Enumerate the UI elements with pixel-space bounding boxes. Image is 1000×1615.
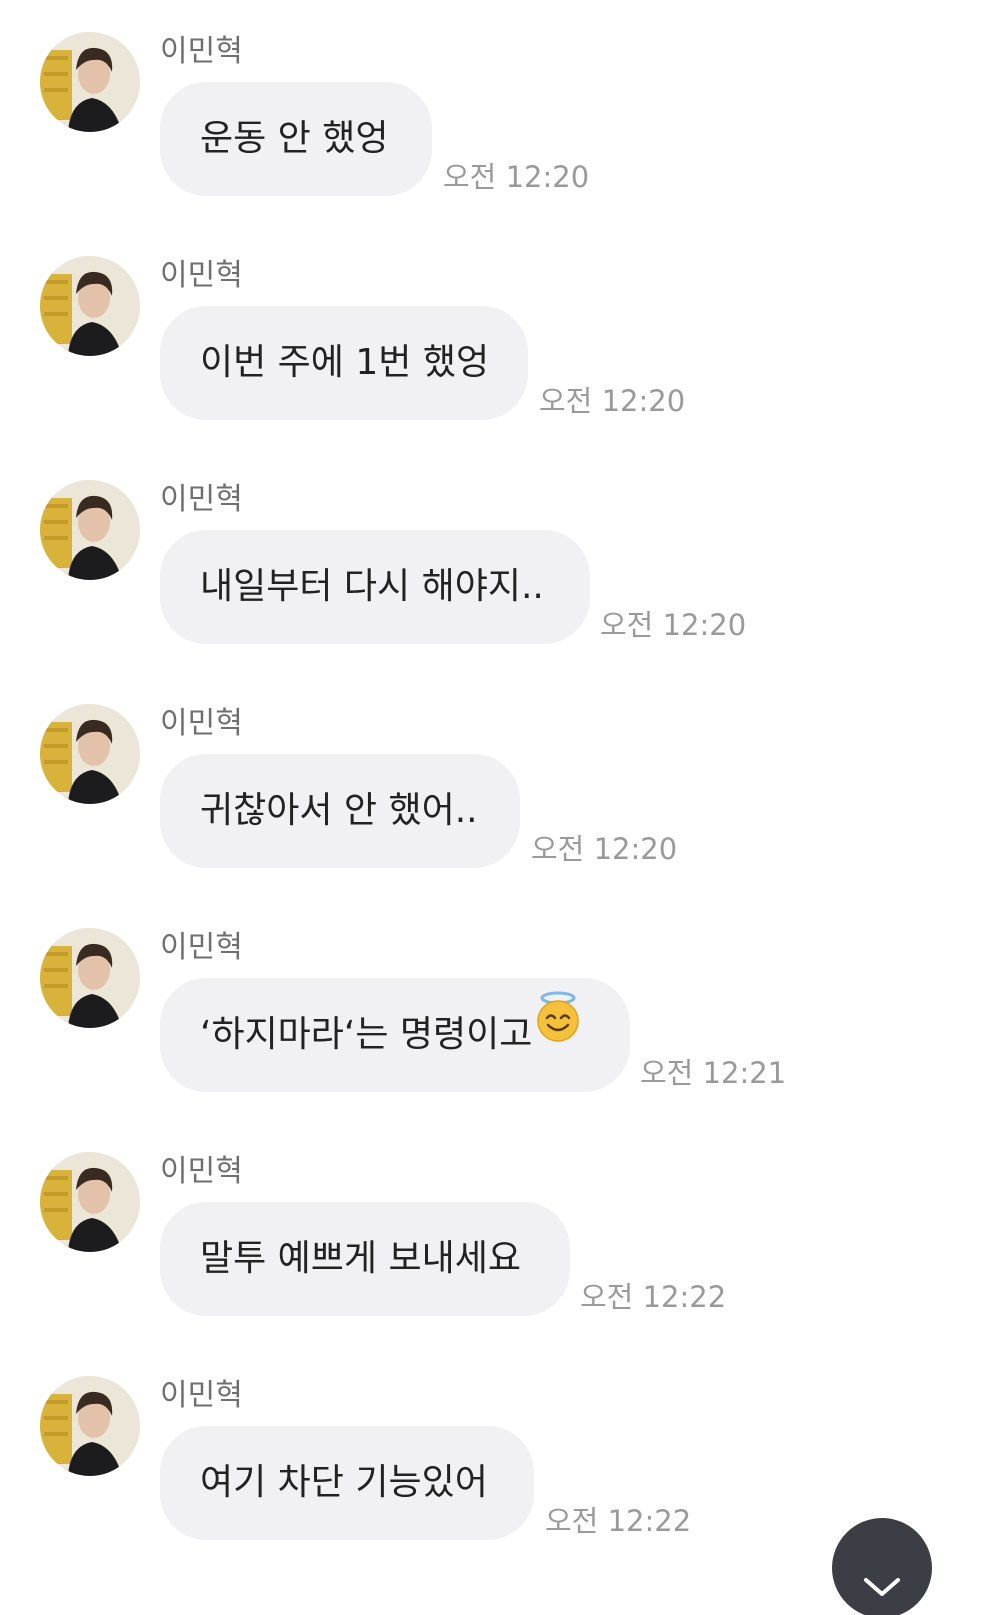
message-text: 운동 안 했엉: [200, 118, 389, 159]
message-bubble[interactable]: 운동 안 했엉: [160, 82, 432, 196]
message-text: 귀찮아서 안 했어..: [200, 790, 478, 831]
message-bubble[interactable]: 이번 주에 1번 했엉: [160, 306, 528, 420]
avatar[interactable]: [40, 256, 140, 356]
message-time: 오전 12:21: [640, 1056, 787, 1090]
scroll-to-bottom-button[interactable]: [832, 1518, 932, 1615]
smiling-face-with-halo-icon: [534, 975, 582, 1089]
sender-name: 이민혁: [160, 1154, 243, 1189]
message-bubble[interactable]: 내일부터 다시 해야지..: [160, 530, 590, 644]
message-row: 이민혁 ‘하지마라‘는 명령이고 오전 12:21: [0, 928, 1000, 1118]
message-text: 이번 주에 1번 했엉: [200, 342, 490, 383]
sender-name: 이민혁: [160, 482, 243, 517]
avatar[interactable]: [40, 1376, 140, 1476]
message-row: 이민혁 이번 주에 1번 했엉 오전 12:20: [0, 256, 1000, 446]
sender-name: 이민혁: [160, 1378, 243, 1413]
message-text: 말투 예쁘게 보내세요: [200, 1238, 521, 1279]
sender-name: 이민혁: [160, 930, 243, 965]
avatar[interactable]: [40, 704, 140, 804]
message-bubble[interactable]: 귀찮아서 안 했어..: [160, 754, 520, 868]
message-bubble[interactable]: 말투 예쁘게 보내세요: [160, 1202, 570, 1316]
avatar[interactable]: [40, 1152, 140, 1252]
message-time: 오전 12:22: [580, 1280, 727, 1314]
message-time: 오전 12:20: [539, 384, 686, 418]
message-time: 오전 12:20: [443, 160, 590, 194]
message-text: 여기 차단 기능있어: [200, 1462, 488, 1503]
message-row: 이민혁 운동 안 했엉 오전 12:20: [0, 32, 1000, 222]
message-time: 오전 12:20: [600, 608, 747, 642]
avatar[interactable]: [40, 480, 140, 580]
message-text: ‘하지마라‘는 명령이고: [200, 1014, 533, 1055]
sender-name: 이민혁: [160, 258, 243, 293]
message-bubble[interactable]: 여기 차단 기능있어: [160, 1426, 534, 1540]
message-time: 오전 12:20: [531, 832, 678, 866]
chevron-down-icon: [864, 1578, 900, 1596]
sender-name: 이민혁: [160, 34, 243, 69]
message-row: 이민혁 말투 예쁘게 보내세요 오전 12:22: [0, 1152, 1000, 1342]
message-row: 이민혁 귀찮아서 안 했어.. 오전 12:20: [0, 704, 1000, 894]
chat-thread: 이민혁 운동 안 했엉 오전 12:20 이민혁 이번 주에 1번 했엉 오전 …: [0, 0, 1000, 1615]
message-text: 내일부터 다시 해야지..: [200, 566, 544, 607]
message-time: 오전 12:22: [545, 1504, 692, 1538]
avatar[interactable]: [40, 928, 140, 1028]
message-bubble[interactable]: ‘하지마라‘는 명령이고: [160, 978, 630, 1092]
message-row: 이민혁 내일부터 다시 해야지.. 오전 12:20: [0, 480, 1000, 670]
sender-name: 이민혁: [160, 706, 243, 741]
avatar[interactable]: [40, 32, 140, 132]
